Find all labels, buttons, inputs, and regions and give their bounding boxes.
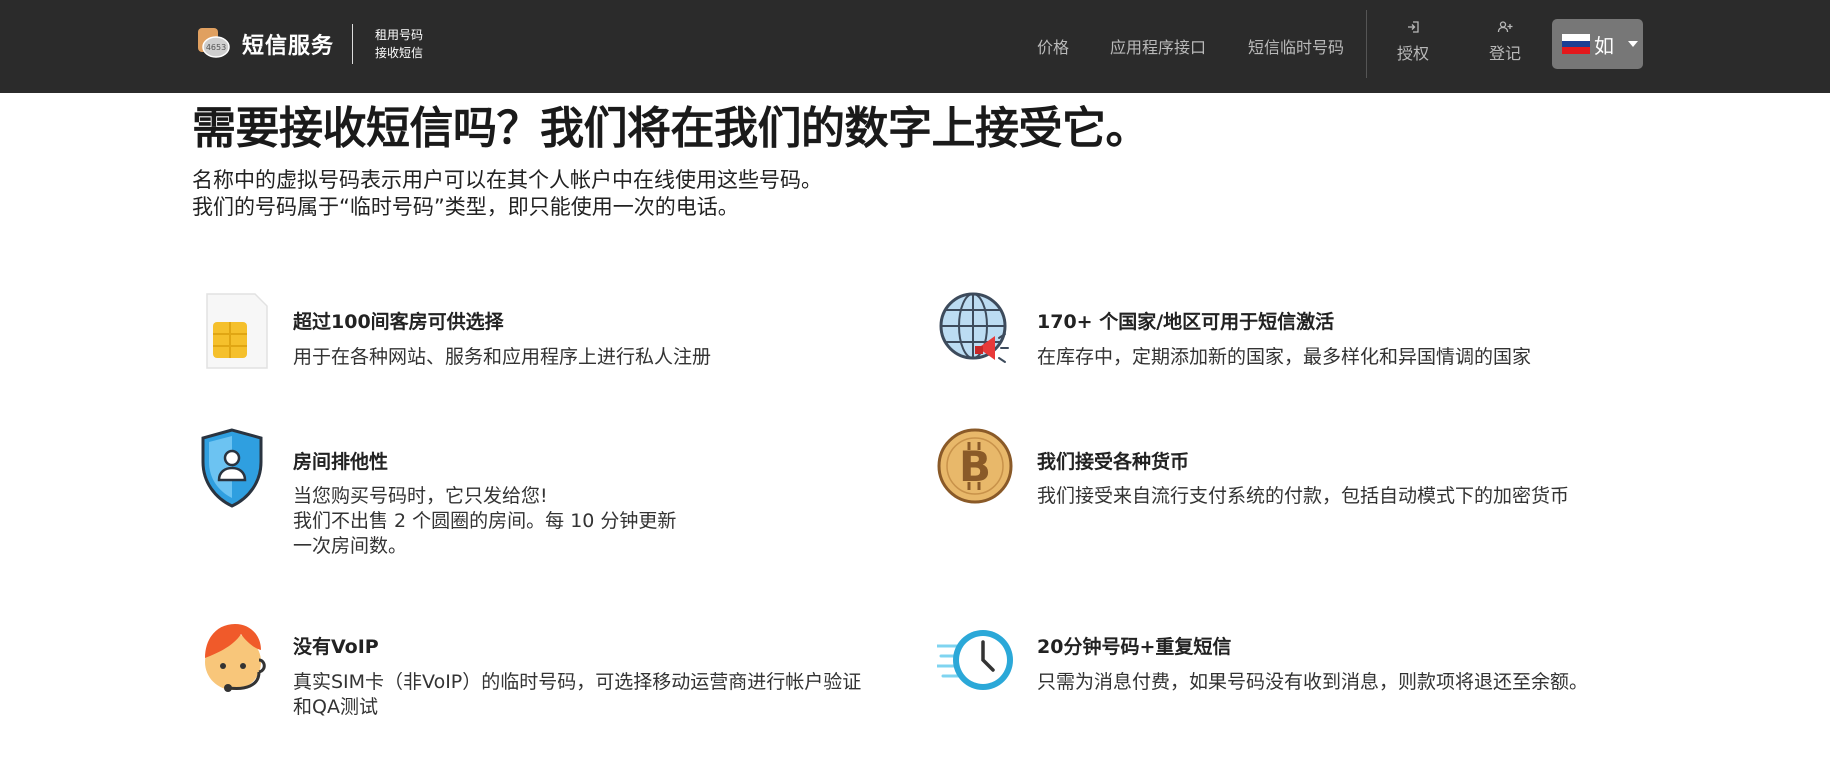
russia-flag-icon: [1562, 34, 1590, 55]
shield-user-icon: [201, 428, 263, 508]
feature-title: 超过100间客房可供选择: [293, 311, 504, 333]
fast-clock-icon: [937, 630, 1013, 690]
sim-card-icon: [206, 293, 268, 369]
tagline-line-1: 租用号码: [375, 28, 424, 42]
feature-desc-line: 和QA测试: [293, 696, 378, 718]
nav-divider: [1366, 10, 1367, 78]
chevron-down-icon: [1628, 41, 1638, 47]
svg-text:B: B: [959, 442, 991, 491]
page-title: 需要接收短信吗？我们将在我们的数字上接受它。: [192, 103, 1150, 154]
brand[interactable]: 4653 短信服务 租用号码 接收短信: [196, 24, 423, 64]
feature-description: 我们接受来自流行支付系统的付款，包括自动模式下的加密货币: [1037, 484, 1657, 509]
feature-desc-line: 在库存中，定期添加新的国家，最多样化和异国情调的国家: [1037, 346, 1532, 368]
brand-name: 短信服务: [242, 34, 335, 59]
feature-desc-line: 真实SIM卡（非VoIP）的临时号码，可选择移动运营商进行帐户验证: [293, 671, 862, 693]
hero-description: 名称中的虚拟号码表示用户可以在其个人帐户中在线使用这些号码。 我们的号码属于“临…: [192, 167, 822, 221]
feature-desc-line: 只需为消息付费，如果号码没有收到消息，则款项将退还至余额。: [1037, 671, 1589, 693]
brand-tagline: 租用号码 接收短信: [375, 26, 423, 62]
hero-line-1: 名称中的虚拟号码表示用户可以在其个人帐户中在线使用这些号码。: [192, 168, 822, 192]
nav-login-label: 授权: [1396, 44, 1429, 63]
feature-no-voip: 没有VoIP 真实SIM卡（非VoIP）的临时号码，可选择移动运营商进行帐户验证…: [199, 620, 919, 730]
chat-bubbles-logo-icon: 4653: [198, 28, 230, 58]
feature-title: 20分钟号码+重复短信: [1037, 636, 1232, 658]
feature-desc-line: 我们不出售 2 个圆圈的房间。每 10 分钟更新: [293, 510, 677, 532]
nav-temp-numbers-link[interactable]: 短信临时号码: [1248, 34, 1344, 58]
sign-in-icon: [1408, 21, 1419, 33]
nav-register-link[interactable]: 登记: [1475, 20, 1535, 64]
support-agent-icon: [205, 624, 266, 692]
feature-desc-line: 我们接受来自流行支付系统的付款，包括自动模式下的加密货币: [1037, 485, 1570, 507]
nav-api-link[interactable]: 应用程序接口: [1110, 34, 1206, 58]
feature-description: 在库存中，定期添加新的国家，最多样化和异国情调的国家: [1037, 345, 1657, 370]
top-navbar: 4653 短信服务 租用号码 接收短信 价格 应用程序接口 短信临时号码 授权 …: [0, 0, 1830, 93]
feature-description: 真实SIM卡（非VoIP）的临时号码，可选择移动运营商进行帐户验证 和QA测试: [293, 670, 933, 720]
hero-line-2: 我们的号码属于“临时号码”类型，即只能使用一次的电话。: [192, 195, 739, 219]
nav-price-link[interactable]: 价格: [1037, 34, 1069, 58]
nav-register-label: 登记: [1488, 44, 1521, 63]
feature-desc-line: 用于在各种网站、服务和应用程序上进行私人注册: [293, 346, 712, 368]
feature-title: 没有VoIP: [293, 636, 379, 658]
feature-title: 我们接受各种货币: [1037, 451, 1190, 473]
feature-description: 当您购买号码时，它只发给您! 我们不出售 2 个圆圈的房间。每 10 分钟更新 …: [293, 484, 913, 559]
globe-megaphone-icon: [939, 292, 1009, 363]
bitcoin-icon: B: [937, 428, 1013, 504]
feature-title: 170+ 个国家/地区可用于短信激活: [1037, 311, 1335, 333]
brand-divider: [352, 24, 354, 64]
language-dropdown[interactable]: 如: [1552, 19, 1643, 69]
tagline-line-2: 接收短信: [375, 46, 424, 60]
feature-countries: 170+ 个国家/地区可用于短信激活 在库存中，定期添加新的国家，最多样化和异国…: [937, 290, 1657, 390]
feature-title: 房间排他性: [293, 451, 389, 473]
feature-20min-numbers: 20分钟号码+重复短信 只需为消息付费，如果号码没有收到消息，则款项将退还至余额…: [937, 620, 1657, 720]
feature-description: 用于在各种网站、服务和应用程序上进行私人注册: [293, 345, 913, 370]
feature-desc-line: 当您购买号码时，它只发给您!: [293, 485, 548, 507]
feature-description: 只需为消息付费，如果号码没有收到消息，则款项将退还至余额。: [1037, 670, 1677, 695]
feature-desc-line: 一次房间数。: [293, 535, 408, 557]
feature-currencies: B 我们接受各种货币 我们接受来自流行支付系统的付款，包括自动模式下的加密货币: [937, 428, 1657, 528]
feature-exclusivity: 房间排他性 当您购买号码时，它只发给您! 我们不出售 2 个圆圈的房间。每 10…: [199, 428, 919, 568]
language-label: 如: [1594, 33, 1614, 58]
logo-text: 4653: [206, 43, 226, 52]
user-plus-icon: [1497, 21, 1513, 33]
nav-login-link[interactable]: 授权: [1383, 20, 1443, 64]
feature-rooms-choice: 超过100间客房可供选择 用于在各种网站、服务和应用程序上进行私人注册: [199, 290, 919, 390]
